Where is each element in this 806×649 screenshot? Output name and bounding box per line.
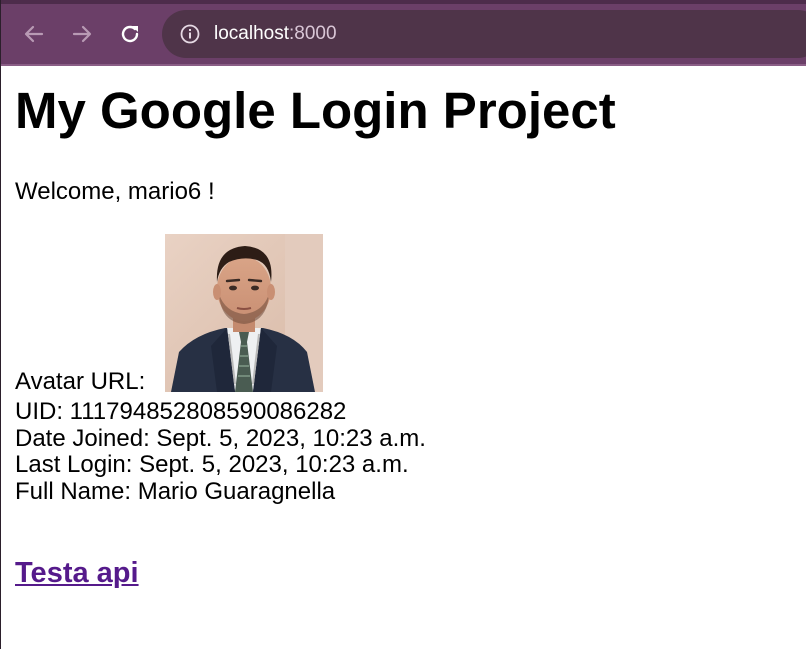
page-title: My Google Login Project (15, 82, 616, 139)
address-bar[interactable]: localhost:8000 (162, 10, 806, 58)
back-arrow-icon (24, 25, 44, 43)
last-login-line: Last Login: Sept. 5, 2023, 10:23 a.m. (15, 451, 409, 478)
back-button[interactable] (18, 18, 50, 50)
browser-toolbar: localhost:8000 (1, 0, 806, 66)
reload-icon (121, 25, 139, 43)
full-name-line: Full Name: Mario Guaragnella (15, 477, 336, 505)
forward-arrow-icon (72, 25, 92, 43)
forward-button[interactable] (66, 18, 98, 50)
user-info: UID: 111794852808590086282 Date Joined: … (15, 398, 426, 505)
info-icon[interactable] (179, 23, 201, 45)
url-port: :8000 (289, 23, 337, 44)
url-host: localhost (214, 23, 289, 44)
browser-window: localhost:8000 My Google Login Project W… (0, 0, 806, 649)
url-text[interactable]: localhost:8000 (214, 24, 337, 44)
testa-api-link[interactable]: Testa api (15, 557, 139, 589)
avatar-label: Avatar URL: (15, 368, 146, 395)
date-joined-line: Date Joined: Sept. 5, 2023, 10:23 a.m. (15, 424, 426, 452)
uid-line: UID: 111794852808590086282 (15, 398, 347, 425)
reload-button[interactable] (114, 18, 146, 50)
avatar (165, 234, 323, 392)
welcome-text: Welcome, mario6 ! (15, 178, 215, 205)
